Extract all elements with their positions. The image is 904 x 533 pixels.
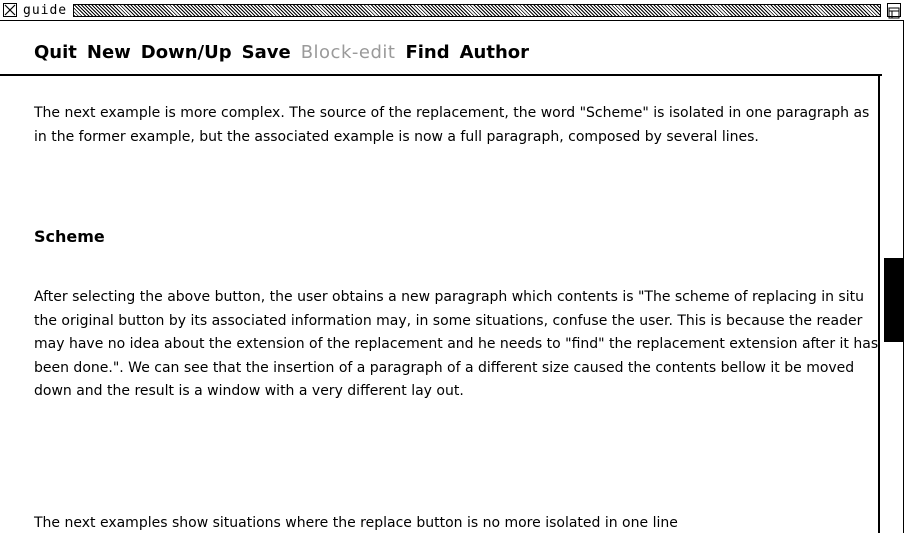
scrollbar-thumb[interactable] <box>884 258 904 342</box>
window-title: guide <box>23 2 68 18</box>
paragraph-intro: The next example is more complex. The so… <box>34 105 870 145</box>
scheme-heading[interactable]: Scheme <box>34 227 105 246</box>
title-bar[interactable]: guide <box>0 0 904 21</box>
title-bar-pattern[interactable] <box>73 3 881 17</box>
vertical-scrollbar[interactable] <box>880 76 904 533</box>
new-button[interactable]: New <box>87 42 131 63</box>
quit-button[interactable]: Quit <box>34 42 77 63</box>
close-icon[interactable] <box>3 3 17 17</box>
block-edit-button[interactable]: Block-edit <box>301 42 396 63</box>
menu-bar: Quit New Down/Up Save Block-edit Find Au… <box>0 42 880 63</box>
paragraph-next: The next examples show situations where … <box>34 515 678 531</box>
down-up-button[interactable]: Down/Up <box>141 42 232 63</box>
maximize-icon[interactable] <box>887 3 901 19</box>
find-button[interactable]: Find <box>405 42 449 63</box>
paragraph-scheme: After selecting the above button, the us… <box>34 289 879 399</box>
author-button[interactable]: Author <box>460 42 529 63</box>
document-view[interactable]: The next example is more complex. The so… <box>0 76 880 533</box>
save-button[interactable]: Save <box>242 42 291 63</box>
